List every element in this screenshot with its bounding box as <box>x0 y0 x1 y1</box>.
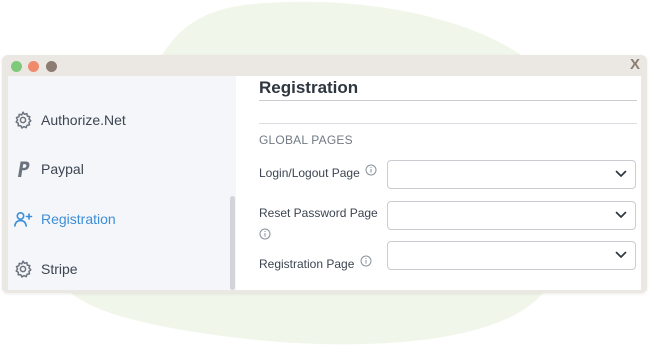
reset-password-page-select[interactable] <box>387 201 636 230</box>
sidebar-item-label: Paypal <box>41 161 84 177</box>
sidebar-item-paypal[interactable]: Paypal <box>13 157 84 181</box>
sidebar-item-label: Registration <box>41 211 116 227</box>
app-window: X Authorize.Net Paypal Registration Stri… <box>2 55 647 293</box>
gear-icon <box>15 260 32 278</box>
field-label-text: Login/Logout Page <box>259 166 360 180</box>
sidebar-item-stripe[interactable]: Stripe <box>13 257 78 281</box>
sidebar-item-label: Stripe <box>41 261 78 277</box>
add-user-icon <box>14 211 33 227</box>
window-dot-green[interactable] <box>11 61 22 72</box>
registration-page-select[interactable] <box>387 241 636 270</box>
section-heading: GLOBAL PAGES <box>259 133 353 147</box>
gear-icon <box>15 111 32 129</box>
field-label-text: Registration Page <box>259 257 355 271</box>
sidebar: Authorize.Net Paypal Registration Stripe <box>8 76 236 290</box>
chevron-down-icon <box>615 170 627 177</box>
sidebar-scrollbar[interactable] <box>230 196 235 290</box>
chevron-down-icon <box>615 211 627 218</box>
info-icon[interactable] <box>365 164 377 176</box>
settings-panel: Registration GLOBAL PAGES Login/Logout P… <box>236 76 641 290</box>
login-logout-page-label: Login/Logout Page <box>259 164 377 182</box>
title-bar: X <box>2 55 647 76</box>
sidebar-item-label: Authorize.Net <box>41 112 126 128</box>
sidebar-item-authorize-net[interactable]: Authorize.Net <box>13 108 126 132</box>
registration-page-label: Registration Page <box>259 255 372 273</box>
section-divider <box>259 123 637 124</box>
login-logout-page-select[interactable] <box>387 160 636 189</box>
window-dot-brown[interactable] <box>46 61 57 72</box>
window-dot-orange[interactable] <box>28 61 39 72</box>
paypal-icon <box>18 161 30 177</box>
window-content: Authorize.Net Paypal Registration Stripe… <box>8 76 641 290</box>
chevron-down-icon <box>615 251 627 258</box>
info-icon[interactable] <box>259 228 271 240</box>
info-icon[interactable] <box>360 255 372 267</box>
reset-password-page-label: Reset Password Page <box>259 206 378 220</box>
sidebar-item-registration[interactable]: Registration <box>13 207 116 231</box>
title-divider <box>259 100 637 101</box>
page-title: Registration <box>259 78 359 97</box>
close-button[interactable]: X <box>630 56 640 73</box>
